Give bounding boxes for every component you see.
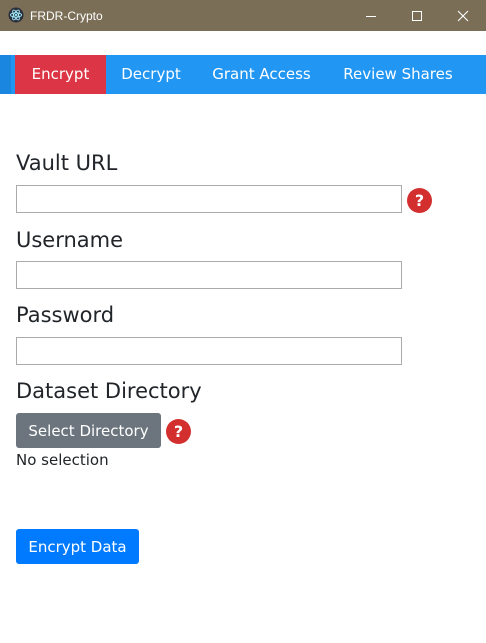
select-directory-button[interactable]: Select Directory: [16, 413, 161, 448]
vault-url-input[interactable]: [16, 185, 402, 213]
vault-url-label: Vault URL: [16, 151, 118, 175]
maximize-button[interactable]: [394, 0, 440, 31]
nav-left-edge: [0, 55, 11, 94]
close-button[interactable]: [440, 0, 486, 31]
minimize-icon: [366, 15, 376, 17]
encrypt-data-button[interactable]: Encrypt Data: [16, 529, 139, 564]
tab-encrypt[interactable]: Encrypt: [15, 55, 106, 94]
directory-selection-text: No selection: [16, 451, 109, 469]
password-input[interactable]: [16, 337, 402, 365]
tab-decrypt[interactable]: Decrypt: [106, 55, 196, 94]
tab-review-shares[interactable]: Review Shares: [328, 55, 468, 94]
maximize-icon: [412, 10, 422, 21]
window-titlebar: FRDR-Crypto: [0, 0, 486, 31]
password-label: Password: [16, 303, 115, 327]
main-nav: Encrypt Decrypt Grant Access Review Shar…: [0, 55, 486, 94]
electron-app-icon: [8, 7, 24, 23]
vault-url-help-icon[interactable]: ?: [407, 188, 432, 213]
username-input[interactable]: [16, 261, 402, 289]
minimize-button[interactable]: [348, 0, 394, 31]
dataset-directory-help-icon[interactable]: ?: [166, 419, 191, 444]
username-label: Username: [16, 228, 124, 252]
dataset-directory-label: Dataset Directory: [16, 379, 202, 403]
window-title: FRDR-Crypto: [30, 9, 103, 23]
close-icon: [457, 10, 469, 21]
tab-grant-access[interactable]: Grant Access: [198, 55, 325, 94]
